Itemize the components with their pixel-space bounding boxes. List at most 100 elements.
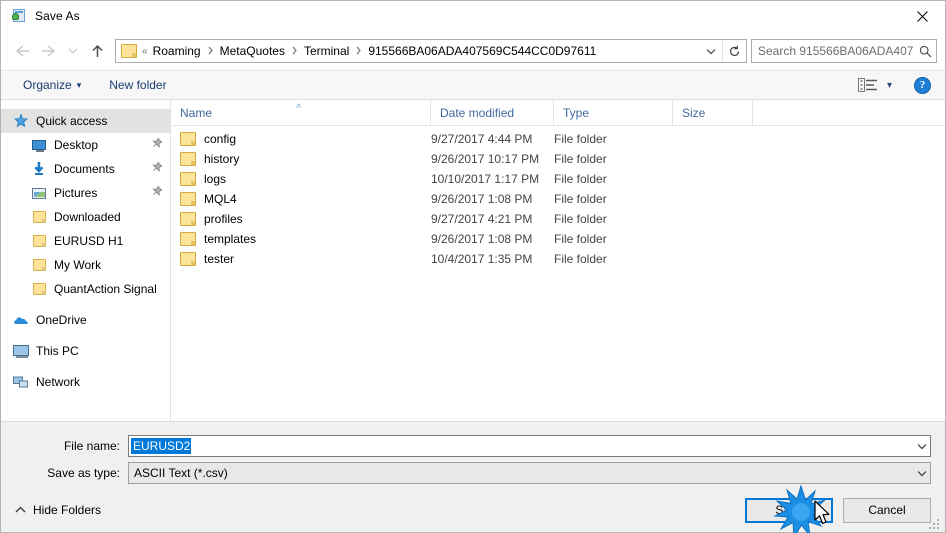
file-name: templates (204, 232, 257, 246)
table-row[interactable]: templates 9/26/2017 1:08 PM File folder (171, 229, 945, 249)
column-header-date-modified[interactable]: Date modified (431, 100, 554, 125)
forward-button[interactable] (35, 37, 63, 65)
table-row[interactable]: logs 10/10/2017 1:17 PM File folder (171, 169, 945, 189)
dialog-footer: Hide Folders Save Cancel (1, 488, 945, 532)
sidebar-item-my-work[interactable]: My Work (1, 253, 170, 277)
up-arrow-icon (91, 44, 103, 57)
column-label: Name (180, 105, 213, 120)
chevron-down-icon[interactable] (913, 443, 930, 450)
organize-button[interactable]: Organize ▾ (15, 72, 89, 98)
hide-folders-label: Hide Folders (33, 503, 102, 517)
file-name-input[interactable]: EURUSD2 (128, 435, 931, 457)
address-dropdown-button[interactable] (700, 40, 722, 62)
sidebar-item-eurusd-h1[interactable]: EURUSD H1 (1, 229, 170, 253)
sidebar-item-label: Documents (54, 162, 115, 176)
row-name-cell: logs (171, 172, 431, 186)
save-button[interactable]: Save (745, 497, 833, 523)
new-folder-button[interactable]: New folder (101, 72, 174, 98)
sidebar-item-network[interactable]: Network (1, 370, 170, 394)
save-as-type-label: Save as type: (47, 466, 120, 480)
column-header-size[interactable]: Size (673, 100, 753, 125)
change-view-button[interactable]: ▾ (850, 72, 900, 98)
sidebar-item-onedrive[interactable]: OneDrive (1, 308, 170, 332)
help-icon[interactable]: ? (914, 76, 931, 94)
sidebar-item-label: Desktop (54, 138, 99, 152)
folder-icon (180, 232, 196, 246)
file-name-value: EURUSD2 (131, 438, 192, 454)
cancel-label: Cancel (868, 503, 906, 517)
sidebar-item-downloaded[interactable]: Downloaded (1, 205, 170, 229)
breadcrumb-item-terminal[interactable]: Terminal (300, 42, 353, 60)
table-row[interactable]: history 9/26/2017 10:17 PM File folder (171, 149, 945, 169)
table-row[interactable]: config 9/27/2017 4:44 PM File folder (171, 129, 945, 149)
organize-label: Organize (23, 78, 72, 92)
refresh-button[interactable] (722, 40, 746, 62)
table-row[interactable]: profiles 9/27/2017 4:21 PM File folder (171, 209, 945, 229)
sidebar-item-label: This PC (36, 344, 79, 358)
column-label: Date modified (440, 105, 515, 120)
cancel-button[interactable]: Cancel (843, 497, 931, 523)
this-pc-icon (13, 343, 29, 359)
close-button[interactable] (899, 1, 945, 31)
file-type: File folder (554, 132, 607, 146)
sidebar-item-quantaction-signal[interactable]: QuantAction Signal (1, 277, 170, 301)
search-icon (914, 45, 936, 58)
folder-icon (180, 252, 196, 266)
file-type: File folder (554, 252, 607, 266)
chevron-down-icon[interactable] (913, 470, 930, 477)
save-label: Save (775, 503, 803, 517)
navigation-sidebar: Quick access Desktop Documents Pictures … (1, 100, 171, 421)
file-name: profiles (204, 212, 243, 226)
save-as-type-select[interactable]: ASCII Text (*.csv) (128, 462, 931, 484)
sidebar-item-label: OneDrive (36, 313, 87, 327)
sidebar-item-documents[interactable]: Documents (1, 157, 170, 181)
file-date: 10/10/2017 1:17 PM (431, 172, 540, 186)
hide-folders-button[interactable]: Hide Folders (15, 503, 101, 517)
table-row[interactable]: tester 10/4/2017 1:35 PM File folder (171, 249, 945, 269)
chevron-down-icon (68, 48, 78, 54)
breadcrumb-overflow[interactable]: « (141, 46, 149, 57)
breadcrumb-item-roaming[interactable]: Roaming (149, 42, 205, 60)
file-type: File folder (554, 192, 607, 206)
file-name: config (204, 132, 237, 146)
sidebar-item-label: Quick access (36, 114, 108, 128)
column-header-name[interactable]: Name ˄ (171, 100, 431, 125)
address-bar[interactable]: « Roaming MetaQuotes Terminal 915566BA06… (115, 39, 747, 63)
file-name: MQL4 (204, 192, 237, 206)
column-header-type[interactable]: Type (554, 100, 673, 125)
sidebar-item-this-pc[interactable]: This PC (1, 339, 170, 363)
sidebar-item-quick-access[interactable]: Quick access (1, 109, 170, 133)
sort-ascending-icon: ˄ (296, 101, 302, 111)
up-button[interactable] (83, 37, 111, 65)
breadcrumb-item-guid[interactable]: 915566BA06ADA407569C544CC0D97611 (364, 42, 600, 60)
folder-icon (180, 132, 196, 146)
table-row[interactable]: MQL4 9/26/2017 1:08 PM File folder (171, 189, 945, 209)
file-date: 9/26/2017 1:08 PM (431, 192, 533, 206)
pictures-icon (31, 185, 47, 201)
forward-arrow-icon (41, 45, 55, 57)
breadcrumb-chevron (353, 44, 364, 58)
search-box[interactable] (751, 39, 937, 63)
folder-icon (31, 281, 47, 297)
resize-grip-icon[interactable] (929, 517, 941, 529)
file-date: 10/4/2017 1:35 PM (431, 252, 533, 266)
documents-icon (31, 161, 47, 177)
new-folder-label: New folder (109, 78, 167, 92)
file-type: File folder (554, 152, 607, 166)
list-view-icon (857, 78, 878, 92)
recent-locations-button[interactable] (63, 37, 83, 65)
file-name-label: File name: (63, 439, 120, 453)
breadcrumb-item-metaquotes[interactable]: MetaQuotes (216, 42, 289, 60)
save-form: File name: EURUSD2 Save as type: ASCII T… (1, 421, 945, 488)
row-name-cell: profiles (171, 212, 431, 226)
file-name: history (204, 152, 240, 166)
sidebar-item-pictures[interactable]: Pictures (1, 181, 170, 205)
back-button[interactable] (7, 37, 35, 65)
star-icon (13, 113, 29, 129)
sidebar-item-desktop[interactable]: Desktop (1, 133, 170, 157)
file-date: 9/26/2017 10:17 PM (431, 152, 540, 166)
chevron-up-icon (15, 503, 26, 517)
search-input[interactable] (752, 44, 914, 58)
folder-icon (180, 192, 196, 206)
row-name-cell: config (171, 132, 431, 146)
